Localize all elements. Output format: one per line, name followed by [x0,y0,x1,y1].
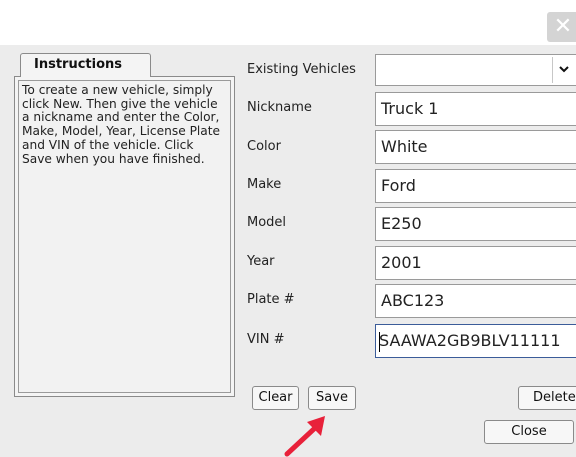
existing-vehicles-label: Existing Vehicles [247,62,356,77]
model-field[interactable]: E250 [375,207,576,241]
instructions-text: To create a new vehicle, simply click Ne… [18,80,231,393]
close-button[interactable]: Close [484,420,574,444]
color-field[interactable]: White [375,130,576,164]
make-field[interactable]: Ford [375,169,576,203]
existing-vehicles-select[interactable] [375,54,576,86]
make-label: Make [247,177,282,192]
title-bar: ✕ [0,0,576,45]
vin-field[interactable]: SAAWA2GB9BLV11111 [375,324,576,358]
nickname-label: Nickname [247,100,312,115]
save-button[interactable]: Save [308,386,356,410]
vehicle-dialog: ✕ Instructions To create a new vehicle, … [0,0,576,457]
vin-value: SAAWA2GB9BLV11111 [379,331,561,350]
delete-button[interactable]: Delete [518,386,576,410]
vin-label: VIN # [247,332,285,347]
year-label: Year [247,254,275,269]
model-label: Model [247,215,287,230]
plate-field[interactable]: ABC123 [375,284,576,318]
close-icon[interactable]: ✕ [547,12,576,42]
instructions-panel: To create a new vehicle, simply click Ne… [14,76,235,397]
plate-label: Plate # [247,292,295,307]
color-label: Color [247,139,281,154]
clear-button[interactable]: Clear [252,386,299,410]
chevron-down-icon[interactable] [556,63,572,79]
year-field[interactable]: 2001 [375,246,576,280]
tab-instructions[interactable]: Instructions [20,53,151,77]
nickname-field[interactable]: Truck 1 [375,92,576,126]
select-separator [552,57,553,83]
red-arrow-annotation [284,416,325,457]
